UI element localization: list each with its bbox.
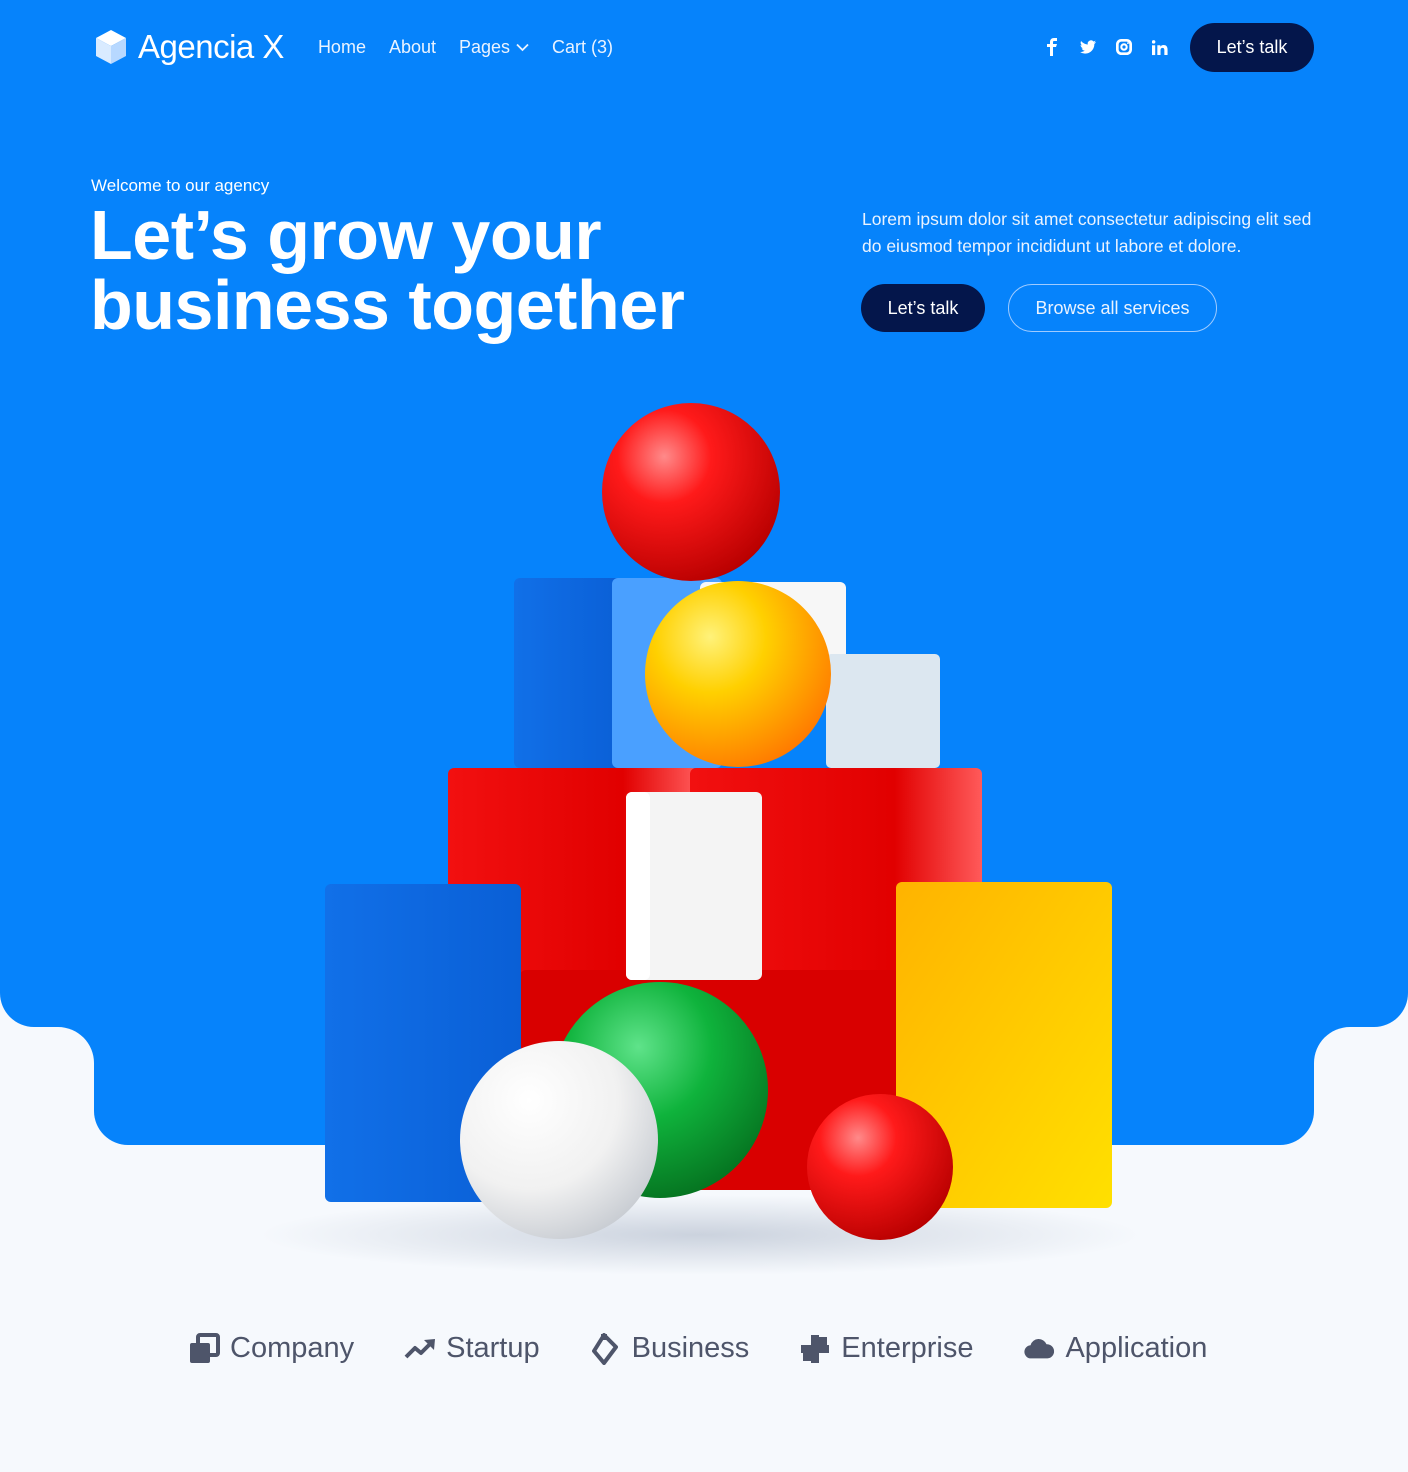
nav-home[interactable]: Home <box>318 37 366 58</box>
nav-pages-label: Pages <box>459 36 511 57</box>
category-company[interactable]: Company <box>188 1332 354 1365</box>
header-lets-talk-button[interactable]: Let’s talk <box>1190 22 1314 72</box>
linkedin-icon[interactable] <box>1152 39 1168 55</box>
twitter-icon[interactable] <box>1080 39 1096 55</box>
brand-name: Agencia X <box>138 28 284 65</box>
site-header: Agencia X Home About Pages Cart (3) Let’… <box>94 22 1314 72</box>
hero-corner-left <box>58 1027 94 1063</box>
nav-about[interactable]: About <box>389 37 436 58</box>
category-business[interactable]: Business <box>590 1332 750 1365</box>
category-application-label: Application <box>1065 1332 1208 1364</box>
hero-corner-right <box>1314 1027 1350 1063</box>
hero-headline-line-1: Let’s grow your <box>90 196 602 274</box>
category-startup[interactable]: Startup <box>404 1332 540 1365</box>
social-links <box>1044 38 1168 56</box>
category-enterprise-label: Enterprise <box>841 1332 974 1364</box>
hero-headline-line-2: business together <box>90 266 685 344</box>
trending-up-icon <box>404 1333 436 1365</box>
hero-headline: Let’s grow your business together <box>90 200 770 340</box>
category-company-label: Company <box>230 1332 355 1364</box>
instagram-icon[interactable] <box>1116 39 1132 55</box>
facebook-icon[interactable] <box>1044 38 1060 56</box>
diamond-icon <box>590 1332 622 1365</box>
category-business-label: Business <box>631 1332 750 1364</box>
hero-description: Lorem ipsum dolor sit amet consectetur a… <box>862 209 1312 256</box>
company-icon <box>188 1332 220 1365</box>
puzzle-icon <box>799 1333 831 1365</box>
hero-actions: Let’s talk Browse all services <box>861 284 1217 332</box>
hero-eyebrow: Welcome to our agency <box>91 176 270 195</box>
nav-cart[interactable]: Cart (3) <box>552 37 613 58</box>
main-nav: Home About Pages Cart (3) <box>318 37 613 58</box>
nav-pages[interactable]: Pages <box>459 37 529 58</box>
hero-background <box>0 0 1408 1027</box>
chevron-down-icon <box>516 43 529 51</box>
hero-background-bottom <box>94 990 1314 1145</box>
category-list: Company Startup Business Enterprise Appl… <box>188 1332 1207 1365</box>
category-enterprise[interactable]: Enterprise <box>799 1332 973 1365</box>
cube-logo-icon <box>96 30 126 64</box>
browse-services-button[interactable]: Browse all services <box>1008 284 1217 332</box>
category-application[interactable]: Application <box>1023 1332 1207 1365</box>
cloud-icon <box>1023 1333 1055 1365</box>
category-startup-label: Startup <box>446 1332 540 1364</box>
hero-lets-talk-button[interactable]: Let’s talk <box>861 284 985 332</box>
logo[interactable]: Agencia X <box>94 28 284 66</box>
